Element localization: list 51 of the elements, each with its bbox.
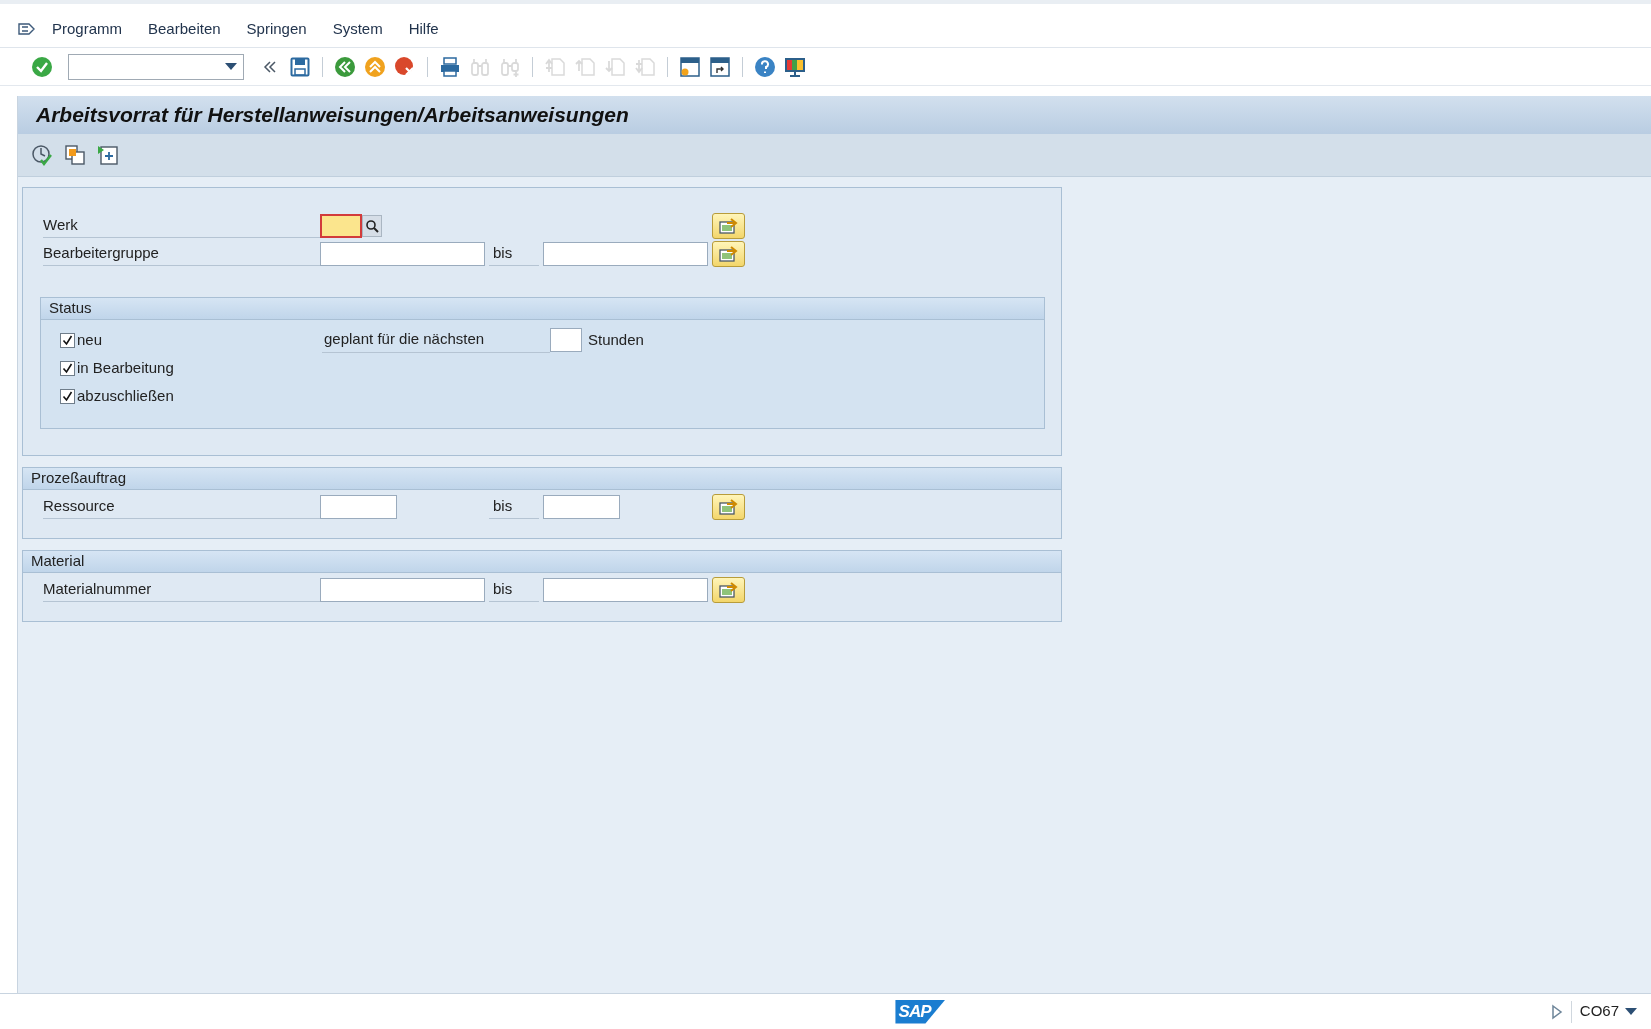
input-field[interactable] [543,577,708,602]
menu-icon[interactable] [18,21,36,38]
field-label: Materialnummer [43,577,320,602]
multiple-selection-button[interactable] [712,576,745,603]
dropdown-icon[interactable] [225,62,237,71]
checkmark-icon [62,390,73,402]
checkbox[interactable]: abzuschließen [60,382,322,410]
checkmark-icon [62,334,73,346]
multiple-selection-button[interactable] [712,240,745,267]
checkbox[interactable]: neu [60,326,322,354]
group-title: Prozeßauftrag [31,468,127,489]
field-label: Bearbeitergruppe [43,241,320,266]
group-title: Material [31,551,85,572]
arrow-into-box-icon [717,497,740,516]
logo: SAP [895,999,946,1024]
input-field[interactable] [320,577,485,602]
multiple-selection-button[interactable] [712,493,745,520]
field-label: bis [489,577,539,602]
menu-item[interactable]: Hilfe [408,18,439,41]
field-label: bis [489,241,539,266]
group-title: Status [49,298,92,319]
field-label: Werk [43,213,320,238]
transaction-code[interactable]: CO67 [1579,1000,1637,1023]
menu-item[interactable]: Bearbeiten [148,18,221,41]
menu-item[interactable]: Programm [52,18,122,41]
checkmark-icon [62,362,73,374]
field-label: Ressource [43,494,320,519]
command-field[interactable] [68,53,244,80]
input-field[interactable] [543,241,708,266]
menu-item[interactable]: Springen [246,18,307,41]
arrow-into-box-icon [717,244,740,263]
search-icon [365,218,379,233]
checkbox[interactable]: in Bearbeitung [60,354,322,382]
input-field[interactable] [550,328,582,352]
copy-pages-icon[interactable] [63,143,87,167]
input-field[interactable] [543,494,620,519]
menu-item[interactable]: System [332,18,383,41]
screen-title: Arbeitsvorrat für Herstellanweisungen/Arbeitsanweisungen [36,102,629,129]
field-label: bis [489,494,539,519]
field-label: Stunden [588,329,644,350]
play-icon[interactable] [1550,1003,1563,1020]
field-label: geplant für die nächsten [322,327,550,353]
arrow-into-box-icon [717,216,740,235]
input-field[interactable] [320,241,485,266]
multiple-selection-button[interactable] [712,212,745,239]
input-field[interactable] [320,213,362,238]
add-selection-icon[interactable] [96,143,120,167]
arrow-into-box-icon [717,580,740,599]
execute-icon[interactable] [30,143,54,167]
input-field[interactable] [320,494,397,519]
search-help-button[interactable] [362,214,382,237]
